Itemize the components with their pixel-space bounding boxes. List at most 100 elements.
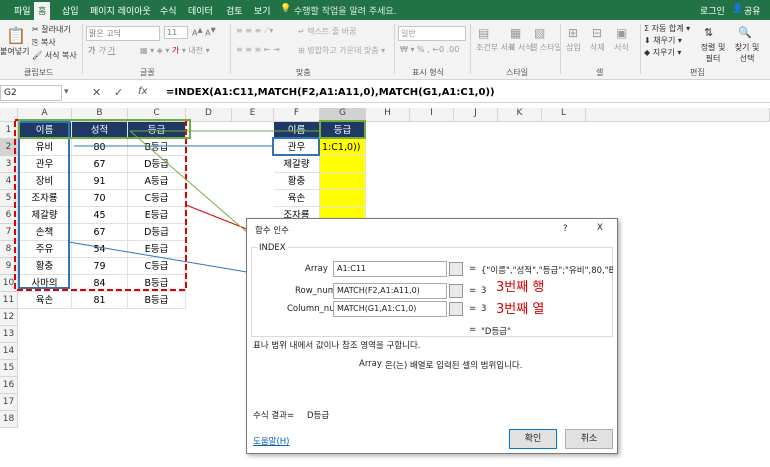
table-cell[interactable]: 80 — [72, 139, 128, 156]
col-header[interactable]: E — [232, 108, 274, 122]
tab-review[interactable]: 검토 — [226, 4, 243, 17]
table-cell[interactable]: E등급 — [128, 241, 186, 258]
format-painter-button[interactable]: 🖌 서식 복사 — [32, 50, 77, 61]
col-header[interactable]: C — [128, 108, 186, 122]
dropdown-icon[interactable]: ▾ — [64, 87, 69, 97]
table-cell[interactable]: 제갈량 — [18, 207, 72, 224]
row-header[interactable]: 9 — [0, 258, 18, 275]
delete-cells-button[interactable]: 삭제 — [590, 42, 605, 53]
table-header-cell[interactable]: 이름 — [18, 122, 72, 139]
row-header[interactable]: 16 — [0, 377, 18, 394]
col-header[interactable]: J — [454, 108, 498, 122]
table-cell[interactable]: 45 — [72, 207, 128, 224]
row-header[interactable]: 12 — [0, 309, 18, 326]
col-header[interactable]: L — [542, 108, 586, 122]
tab-view[interactable]: 보기 — [254, 4, 271, 17]
row-header[interactable]: 3 — [0, 156, 18, 173]
col-header[interactable]: H — [366, 108, 410, 122]
table-cell[interactable]: D등급 — [128, 224, 186, 241]
column-num-range-select-icon[interactable] — [449, 302, 463, 316]
row-header[interactable]: 4 — [0, 173, 18, 190]
tell-me-box[interactable]: 수행할 작업을 알려 주세요. — [294, 4, 397, 17]
col-header[interactable]: G — [320, 108, 366, 122]
insert-function-icon[interactable]: fx — [138, 86, 147, 97]
table-cell[interactable]: 67 — [72, 224, 128, 241]
row-header[interactable]: 10 — [0, 275, 18, 292]
autosum-button[interactable]: Σ 자동 합계 ▾ — [644, 23, 690, 34]
active-cell-g2[interactable]: 1:C1,0)) — [320, 139, 366, 156]
cancel-icon[interactable]: ✕ — [92, 86, 101, 99]
col-header[interactable]: B — [72, 108, 128, 122]
col-header[interactable]: D — [186, 108, 232, 122]
ok-button[interactable]: 확인 — [509, 429, 557, 449]
font-size-select[interactable]: 11 — [164, 26, 188, 39]
tab-insert[interactable]: 삽입 — [62, 4, 79, 17]
select-all-corner[interactable] — [0, 108, 18, 122]
lookup-result-cell[interactable] — [320, 190, 366, 207]
lookup-result-cell[interactable] — [320, 173, 366, 190]
number-format-select[interactable]: 일반 — [398, 26, 466, 41]
currency-icon[interactable]: ₩ ▾ % , ←0 .00 — [400, 45, 459, 54]
table-cell[interactable]: B등급 — [128, 275, 186, 292]
tab-page-layout[interactable]: 페이지 레이아웃 — [90, 4, 151, 17]
row-header[interactable]: 11 — [0, 292, 18, 309]
table-cell[interactable]: 사마의 — [18, 275, 72, 292]
table-cell[interactable]: C등급 — [128, 258, 186, 275]
row-header[interactable]: 5 — [0, 190, 18, 207]
table-cell[interactable]: 손책 — [18, 224, 72, 241]
lookup-name-cell[interactable]: 육손 — [274, 190, 320, 207]
row-header[interactable]: 18 — [0, 411, 18, 428]
table-format-button[interactable]: 표 서식 — [508, 42, 533, 53]
table-cell[interactable]: 54 — [72, 241, 128, 258]
align-left-icon[interactable]: ≡ ≡ ≡ ⇤ ⇥ — [236, 45, 280, 54]
bold-button[interactable]: 가 가 가 — [88, 45, 115, 56]
enter-icon[interactable]: ✓ — [114, 86, 123, 99]
col-header[interactable]: F — [274, 108, 320, 122]
insert-cells-button[interactable]: 삽입 — [566, 42, 581, 53]
table-cell[interactable]: 81 — [72, 292, 128, 309]
find-select-button[interactable]: 찾기 및 선택 — [730, 42, 764, 64]
table-cell[interactable]: C등급 — [128, 190, 186, 207]
table-cell[interactable]: 관우 — [18, 156, 72, 173]
row-header[interactable]: 2 — [0, 139, 18, 156]
col-header[interactable]: I — [410, 108, 454, 122]
table-cell[interactable]: D등급 — [128, 156, 186, 173]
table-header-cell[interactable]: 성적 — [72, 122, 128, 139]
table-cell[interactable]: 장비 — [18, 173, 72, 190]
table-cell[interactable]: 79 — [72, 258, 128, 275]
share-button[interactable]: 공유 — [744, 4, 761, 17]
wrap-text-button[interactable]: ↵ 텍스트 줄 바꿈 — [298, 26, 357, 37]
help-button[interactable]: ? — [563, 224, 568, 234]
fill-button[interactable]: ⬇ 채우기 ▾ — [644, 35, 682, 46]
table-cell[interactable]: A등급 — [128, 173, 186, 190]
table-cell[interactable]: 육손 — [18, 292, 72, 309]
copy-button[interactable]: ⎘ 복사 — [32, 37, 56, 48]
lookup-header-cell[interactable]: 등급 — [320, 122, 366, 139]
table-cell[interactable]: 주유 — [18, 241, 72, 258]
row-num-range-select-icon[interactable] — [449, 284, 463, 298]
tab-data[interactable]: 데이터 — [188, 4, 213, 17]
login-link[interactable]: 로그인 — [700, 4, 725, 17]
close-icon[interactable]: X — [597, 223, 603, 233]
col-header[interactable]: A — [18, 108, 72, 122]
cut-button[interactable]: ✂ 잘라내기 — [32, 24, 71, 35]
column-num-input[interactable]: MATCH(G1,A1:C1,0) — [333, 301, 447, 317]
table-cell[interactable]: 조자룡 — [18, 190, 72, 207]
tab-file[interactable]: 파일 — [14, 4, 31, 17]
row-header[interactable]: 15 — [0, 360, 18, 377]
font-grow-icon[interactable]: A▲ A▼ — [192, 26, 216, 38]
table-cell[interactable]: 유비 — [18, 139, 72, 156]
lookup-result-cell[interactable] — [320, 156, 366, 173]
formula-input[interactable]: =INDEX(A1:C11,MATCH(F2,A1:A11,0),MATCH(G… — [166, 87, 495, 98]
tab-formulas[interactable]: 수식 — [160, 4, 177, 17]
format-cells-button[interactable]: 서식 — [614, 42, 629, 53]
cell-style-button[interactable]: 셀 스타일 — [530, 42, 562, 53]
row-header[interactable]: 17 — [0, 394, 18, 411]
array-input[interactable]: A1:C11 — [333, 261, 447, 277]
row-num-input[interactable]: MATCH(F2,A1:A11,0) — [333, 283, 447, 299]
paste-button[interactable]: 붙여넣기 — [0, 46, 29, 57]
lookup-name-cell[interactable]: 황충 — [274, 173, 320, 190]
table-cell[interactable]: 91 — [72, 173, 128, 190]
row-header[interactable]: 6 — [0, 207, 18, 224]
table-cell[interactable]: E등급 — [128, 207, 186, 224]
